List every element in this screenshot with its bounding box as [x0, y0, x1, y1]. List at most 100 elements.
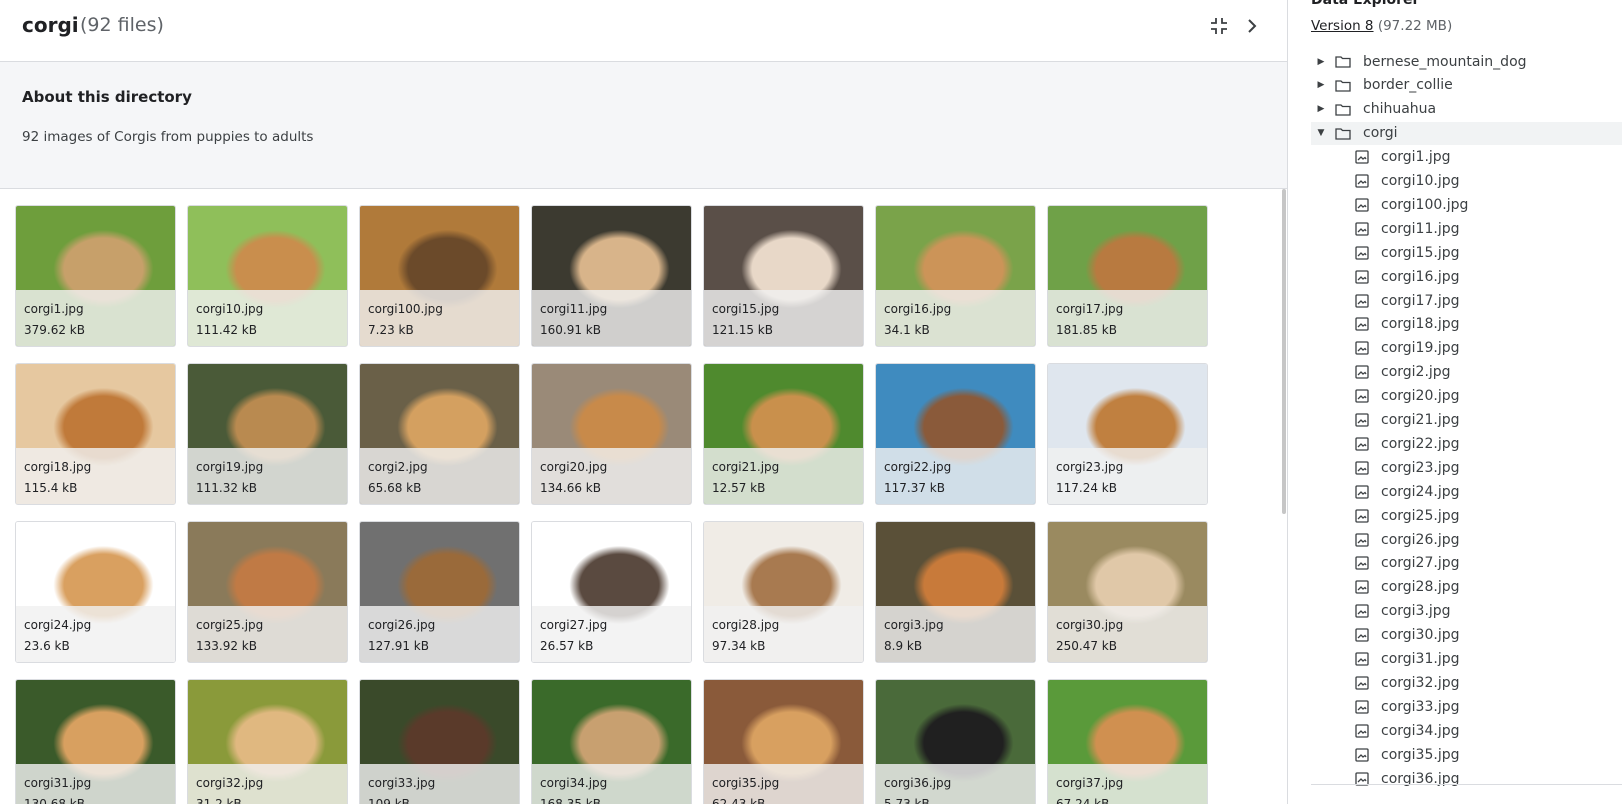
collapse-icon[interactable]: [1207, 14, 1231, 38]
tile-caption-overlay: [1048, 290, 1207, 346]
version-link[interactable]: Version 8: [1311, 18, 1374, 34]
file-name: corgi100.jpg: [368, 302, 443, 316]
file-tile[interactable]: corgi15.jpg 121.15 kB: [703, 205, 864, 347]
tree-file-item[interactable]: corgi36.jpg: [1311, 767, 1622, 790]
tree-file-item[interactable]: corgi30.jpg: [1311, 624, 1622, 647]
tree-file-item[interactable]: corgi24.jpg: [1311, 480, 1622, 503]
tree-file-item[interactable]: corgi26.jpg: [1311, 528, 1622, 551]
file-tile[interactable]: corgi32.jpg 31.2 kB: [187, 679, 348, 804]
file-tile[interactable]: corgi28.jpg 97.34 kB: [703, 521, 864, 663]
sidebar-title: Data Explorer: [1311, 0, 1420, 8]
caret-right-icon[interactable]: ▶: [1314, 57, 1328, 67]
file-tile[interactable]: corgi25.jpg 133.92 kB: [187, 521, 348, 663]
file-tile[interactable]: corgi17.jpg 181.85 kB: [1047, 205, 1208, 347]
tile-caption-overlay: [188, 290, 347, 346]
tree-folder-border-collie[interactable]: ▶ border_collie: [1311, 74, 1622, 97]
tree-file-label: corgi30.jpg: [1381, 627, 1460, 644]
file-size: 26.57 kB: [540, 639, 594, 653]
tree-file-item[interactable]: corgi100.jpg: [1311, 193, 1622, 216]
chevron-right-icon[interactable]: [1240, 14, 1264, 38]
file-tile[interactable]: corgi30.jpg 250.47 kB: [1047, 521, 1208, 663]
tree-file-item[interactable]: corgi31.jpg: [1311, 648, 1622, 671]
tree-file-item[interactable]: corgi18.jpg: [1311, 313, 1622, 336]
file-tile[interactable]: corgi20.jpg 134.66 kB: [531, 363, 692, 505]
grid-scrollbar[interactable]: [1282, 189, 1286, 514]
caret-down-icon[interactable]: ▼: [1314, 128, 1328, 138]
tree-file-item[interactable]: corgi3.jpg: [1311, 600, 1622, 623]
file-size: 181.85 kB: [1056, 323, 1117, 337]
tree-file-item[interactable]: corgi1.jpg: [1311, 146, 1622, 169]
tree-folder-chihuahua[interactable]: ▶ chihuahua: [1311, 98, 1622, 121]
image-file-icon: [1355, 222, 1373, 236]
file-tile[interactable]: corgi24.jpg 23.6 kB: [15, 521, 176, 663]
file-tile[interactable]: corgi27.jpg 26.57 kB: [531, 521, 692, 663]
file-tile[interactable]: corgi37.jpg 67.24 kB: [1047, 679, 1208, 804]
tree-folder-bernese-mountain-dog[interactable]: ▶ bernese_mountain_dog: [1311, 50, 1622, 73]
tree-file-item[interactable]: corgi11.jpg: [1311, 217, 1622, 240]
tree-file-item[interactable]: corgi23.jpg: [1311, 456, 1622, 479]
file-tile[interactable]: corgi31.jpg 130.68 kB: [15, 679, 176, 804]
image-file-icon: [1355, 652, 1373, 666]
tree-file-item[interactable]: corgi17.jpg: [1311, 289, 1622, 312]
tree-file-label: corgi35.jpg: [1381, 746, 1460, 763]
tree-file-item[interactable]: corgi15.jpg: [1311, 241, 1622, 264]
tree-file-item[interactable]: corgi21.jpg: [1311, 409, 1622, 432]
tree-file-item[interactable]: corgi27.jpg: [1311, 552, 1622, 575]
file-size: 168.35 kB: [540, 797, 601, 804]
file-name: corgi26.jpg: [368, 618, 436, 632]
image-file-icon: [1355, 580, 1373, 594]
tree-file-item[interactable]: corgi34.jpg: [1311, 719, 1622, 742]
tree-folder-corgi[interactable]: ▼ corgi: [1311, 121, 1622, 145]
file-name: corgi33.jpg: [368, 776, 436, 790]
image-file-icon: [1355, 747, 1373, 762]
tree-file-item[interactable]: corgi35.jpg: [1311, 743, 1622, 766]
tile-caption-overlay: [876, 606, 1035, 662]
file-tile[interactable]: corgi100.jpg 7.23 kB: [359, 205, 520, 347]
image-file-icon: [1355, 604, 1373, 618]
file-name: corgi2.jpg: [368, 460, 428, 474]
file-tile[interactable]: corgi19.jpg 111.32 kB: [187, 363, 348, 505]
tree-file-item[interactable]: corgi10.jpg: [1311, 170, 1622, 193]
tree-file-item[interactable]: corgi2.jpg: [1311, 361, 1622, 384]
file-tile[interactable]: corgi34.jpg 168.35 kB: [531, 679, 692, 804]
file-tile[interactable]: corgi10.jpg 111.42 kB: [187, 205, 348, 347]
tree-file-item[interactable]: corgi33.jpg: [1311, 695, 1622, 718]
sidebar-bottom-divider: [1311, 784, 1622, 785]
file-name: corgi20.jpg: [540, 460, 608, 474]
image-file-icon: [1355, 461, 1373, 475]
tree-file-item[interactable]: corgi16.jpg: [1311, 265, 1622, 288]
file-size: 8.9 kB: [884, 639, 923, 653]
tree-file-item[interactable]: corgi19.jpg: [1311, 337, 1622, 360]
file-tile[interactable]: corgi26.jpg 127.91 kB: [359, 521, 520, 663]
file-tile[interactable]: corgi1.jpg 379.62 kB: [15, 205, 176, 347]
tree-file-label: corgi16.jpg: [1381, 268, 1460, 285]
tile-caption-overlay: [360, 448, 519, 504]
tree-file-item[interactable]: corgi28.jpg: [1311, 576, 1622, 599]
file-tile[interactable]: corgi36.jpg 5.73 kB: [875, 679, 1036, 804]
file-name: corgi19.jpg: [196, 460, 264, 474]
file-name: corgi32.jpg: [196, 776, 264, 790]
image-file-icon: [1355, 508, 1373, 523]
file-tile[interactable]: corgi23.jpg 117.24 kB: [1047, 363, 1208, 505]
file-tile[interactable]: corgi16.jpg 34.1 kB: [875, 205, 1036, 347]
file-tile[interactable]: corgi35.jpg 62.43 kB: [703, 679, 864, 804]
file-tile[interactable]: corgi18.jpg 115.4 kB: [15, 363, 176, 505]
file-tile[interactable]: corgi21.jpg 12.57 kB: [703, 363, 864, 505]
caret-right-icon[interactable]: ▶: [1314, 80, 1328, 90]
tree-file-item[interactable]: corgi22.jpg: [1311, 432, 1622, 455]
caret-right-icon[interactable]: ▶: [1314, 104, 1328, 114]
tile-caption-overlay: [360, 290, 519, 346]
tree-file-item[interactable]: corgi25.jpg: [1311, 504, 1622, 527]
tree-file-item[interactable]: corgi32.jpg: [1311, 671, 1622, 694]
file-tile[interactable]: corgi2.jpg 65.68 kB: [359, 363, 520, 505]
image-file-icon: [1355, 437, 1373, 451]
tree-file-item[interactable]: corgi20.jpg: [1311, 385, 1622, 408]
file-tile[interactable]: corgi33.jpg 109 kB: [359, 679, 520, 804]
file-name: corgi18.jpg: [24, 460, 92, 474]
file-size: 12.57 kB: [712, 481, 766, 495]
file-tile[interactable]: corgi3.jpg 8.9 kB: [875, 521, 1036, 663]
tile-caption-overlay: [876, 448, 1035, 504]
file-tile[interactable]: corgi22.jpg 117.37 kB: [875, 363, 1036, 505]
tile-caption-overlay: [1048, 448, 1207, 504]
file-tile[interactable]: corgi11.jpg 160.91 kB: [531, 205, 692, 347]
